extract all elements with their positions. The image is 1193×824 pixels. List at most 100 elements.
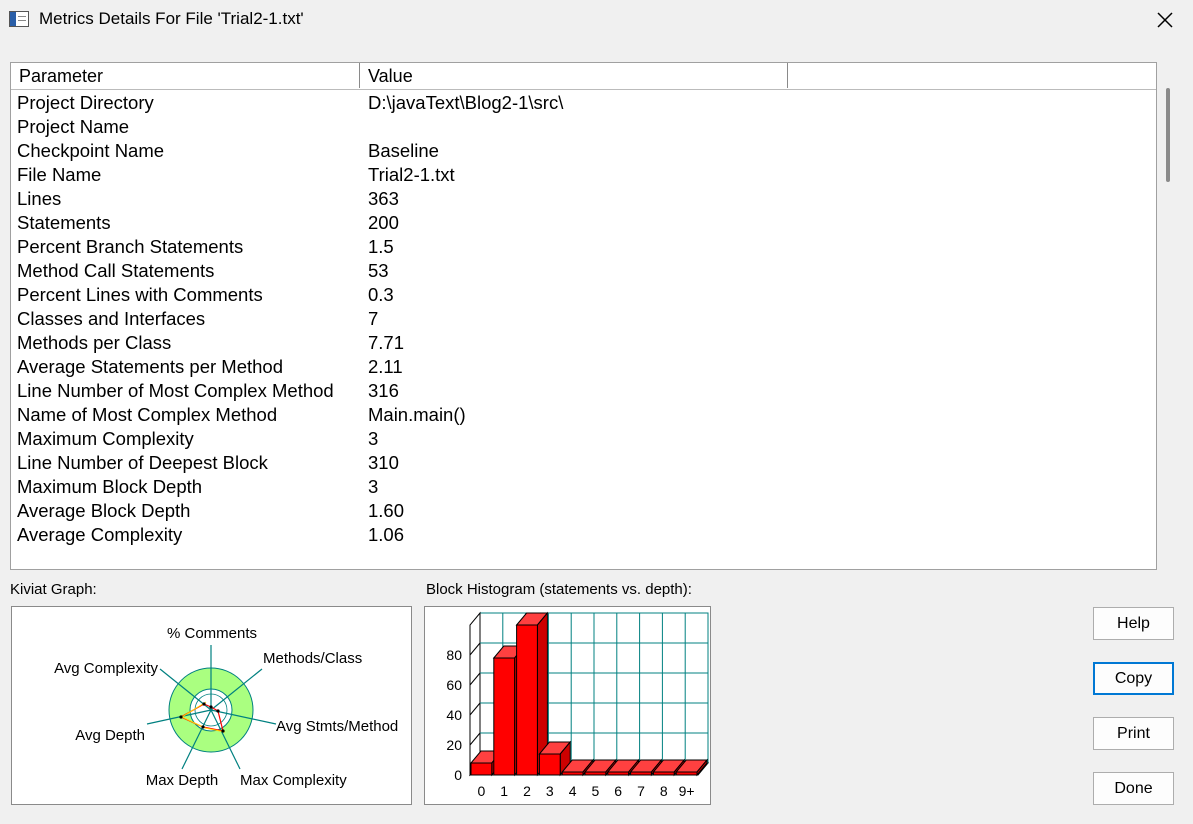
kiviat-axis-avg-stmts: Avg Stmts/Method [276,718,398,735]
histogram-bar [493,657,516,776]
value-cell: 316 [368,380,399,401]
table-header: Parameter Value [11,63,1156,90]
histogram-bar [538,753,561,776]
histogram-bar [561,771,584,776]
copy-button[interactable]: Copy [1093,662,1174,695]
value-cell: Main.main() [368,404,466,425]
parameter-cell: Percent Branch Statements [17,236,244,257]
histogram-label: Block Histogram (statements vs. depth): [426,581,692,598]
x-tick-label: 9+ [679,783,695,799]
table-row[interactable]: Name of Most Complex Method Main.main() [11,403,1156,427]
value-cell: 1.60 [368,500,405,521]
table-body: Project Directory D:\javaText\Blog2-1\src… [11,91,1156,547]
kiviat-label: Kiviat Graph: [10,581,97,598]
table-row[interactable]: Maximum Block Depth 3 [11,475,1156,499]
vertical-scrollbar[interactable] [1157,62,1179,570]
value-cell: 2.11 [368,356,403,377]
kiviat-axis-comments: % Comments [167,625,257,642]
parameter-cell: Average Complexity [17,524,183,545]
x-tick-label: 8 [660,783,668,799]
parameter-cell: Percent Lines with Comments [17,284,263,305]
value-cell: 3 [368,428,379,449]
close-button[interactable] [1148,3,1182,37]
table-row[interactable]: Statements 200 [11,211,1156,235]
table-row[interactable]: Method Call Statements 53 [11,259,1156,283]
kiviat-axis-max-complexity: Max Complexity [240,772,347,789]
histogram-bar [584,771,607,776]
parameter-cell: Name of Most Complex Method [17,404,278,425]
table-row[interactable]: Checkpoint Name Baseline [11,139,1156,163]
close-icon [1157,12,1173,28]
window-title: Metrics Details For File 'Trial2-1.txt' [39,9,304,28]
parameter-cell: Methods per Class [17,332,172,353]
y-tick-label: 40 [446,707,462,723]
table-row[interactable]: Average Statements per Method 2.11 [11,355,1156,379]
parameter-cell: Lines [17,188,62,209]
print-button[interactable]: Print [1093,717,1174,750]
table-row[interactable]: Average Complexity 1.06 [11,523,1156,547]
value-cell: 0.3 [368,284,394,305]
y-tick-label: 60 [446,677,462,693]
value-cell: 310 [368,452,399,473]
column-header-extra[interactable] [788,63,1156,88]
x-tick-label: 0 [478,783,486,799]
done-button[interactable]: Done [1093,772,1174,805]
parameter-cell: Classes and Interfaces [17,308,206,329]
value-cell: 3 [368,476,379,497]
kiviat-axis-methods-class: Methods/Class [263,650,362,667]
value-cell: 7 [368,308,379,329]
table-row[interactable]: Maximum Complexity 3 [11,427,1156,451]
parameter-cell: Statements [17,212,111,233]
metrics-table[interactable]: Parameter Value Project Directory D:\java… [10,62,1157,570]
title-bar: Metrics Details For File 'Trial2-1.txt' [0,0,1193,40]
table-row[interactable]: Average Block Depth 1.60 [11,499,1156,523]
column-header-value[interactable]: Value [360,63,788,88]
histogram-bar [470,762,493,776]
table-row[interactable]: Classes and Interfaces 7 [11,307,1156,331]
value-cell: Baseline [368,140,439,161]
x-tick-label: 7 [637,783,645,799]
value-cell: Trial2-1.txt [368,164,455,185]
table-row[interactable]: Methods per Class 7.71 [11,331,1156,355]
parameter-cell: Average Statements per Method [17,356,284,377]
value-cell: 7.71 [368,332,405,353]
histogram-bar [516,624,538,776]
parameter-cell: Checkpoint Name [17,140,165,161]
y-tick-label: 80 [446,647,462,663]
scrollbar-thumb[interactable] [1166,88,1170,182]
table-row[interactable]: Project Directory D:\javaText\Blog2-1\src… [11,91,1156,115]
table-row[interactable]: Line Number of Most Complex Method 316 [11,379,1156,403]
value-cell: 1.5 [368,236,394,257]
histogram-bar [607,771,630,776]
histogram-chart: 0204060800 1 2 3 4 5 6 7 8 9+ [446,611,710,799]
kiviat-axis-avg-depth: Avg Depth [75,727,145,744]
value-cell: 363 [368,188,399,209]
help-button[interactable]: Help [1093,607,1174,640]
table-row[interactable]: File Name Trial2-1.txt [11,163,1156,187]
kiviat-axis-avg-complexity: Avg Complexity [54,660,158,677]
histogram-bar [652,771,675,776]
block-histogram: 0 20 40 60 80 0 1 2 3 4 5 6 7 8 9+ [424,606,711,805]
kiviat-axis-max-depth: Max Depth [146,772,219,789]
parameter-cell: Maximum Block Depth [17,476,203,497]
x-tick-label: 6 [614,783,622,799]
histogram-bar [630,771,652,776]
table-row[interactable]: Line Number of Deepest Block 310 [11,451,1156,475]
value-cell: 1.06 [368,524,405,545]
parameter-cell: Project Name [17,116,130,137]
parameter-cell: File Name [17,164,102,185]
table-row[interactable]: Lines 363 [11,187,1156,211]
parameter-cell: Maximum Complexity [17,428,194,449]
kiviat-graph: % Comments Methods/Class Avg Stmts/Metho… [11,606,412,805]
x-tick-label: 1 [500,783,508,799]
table-row[interactable]: Percent Lines with Comments 0.3 [11,283,1156,307]
parameter-cell: Line Number of Most Complex Method [17,380,334,401]
table-row[interactable]: Percent Branch Statements 1.5 [11,235,1156,259]
y-tick-label: 20 [446,737,462,753]
parameter-cell: Method Call Statements [17,260,215,281]
x-tick-label: 3 [546,783,554,799]
histogram-side-wall [469,611,481,777]
table-row[interactable]: Project Name [11,115,1156,139]
column-header-parameter[interactable]: Parameter [11,63,360,88]
x-tick-label: 5 [592,783,600,799]
